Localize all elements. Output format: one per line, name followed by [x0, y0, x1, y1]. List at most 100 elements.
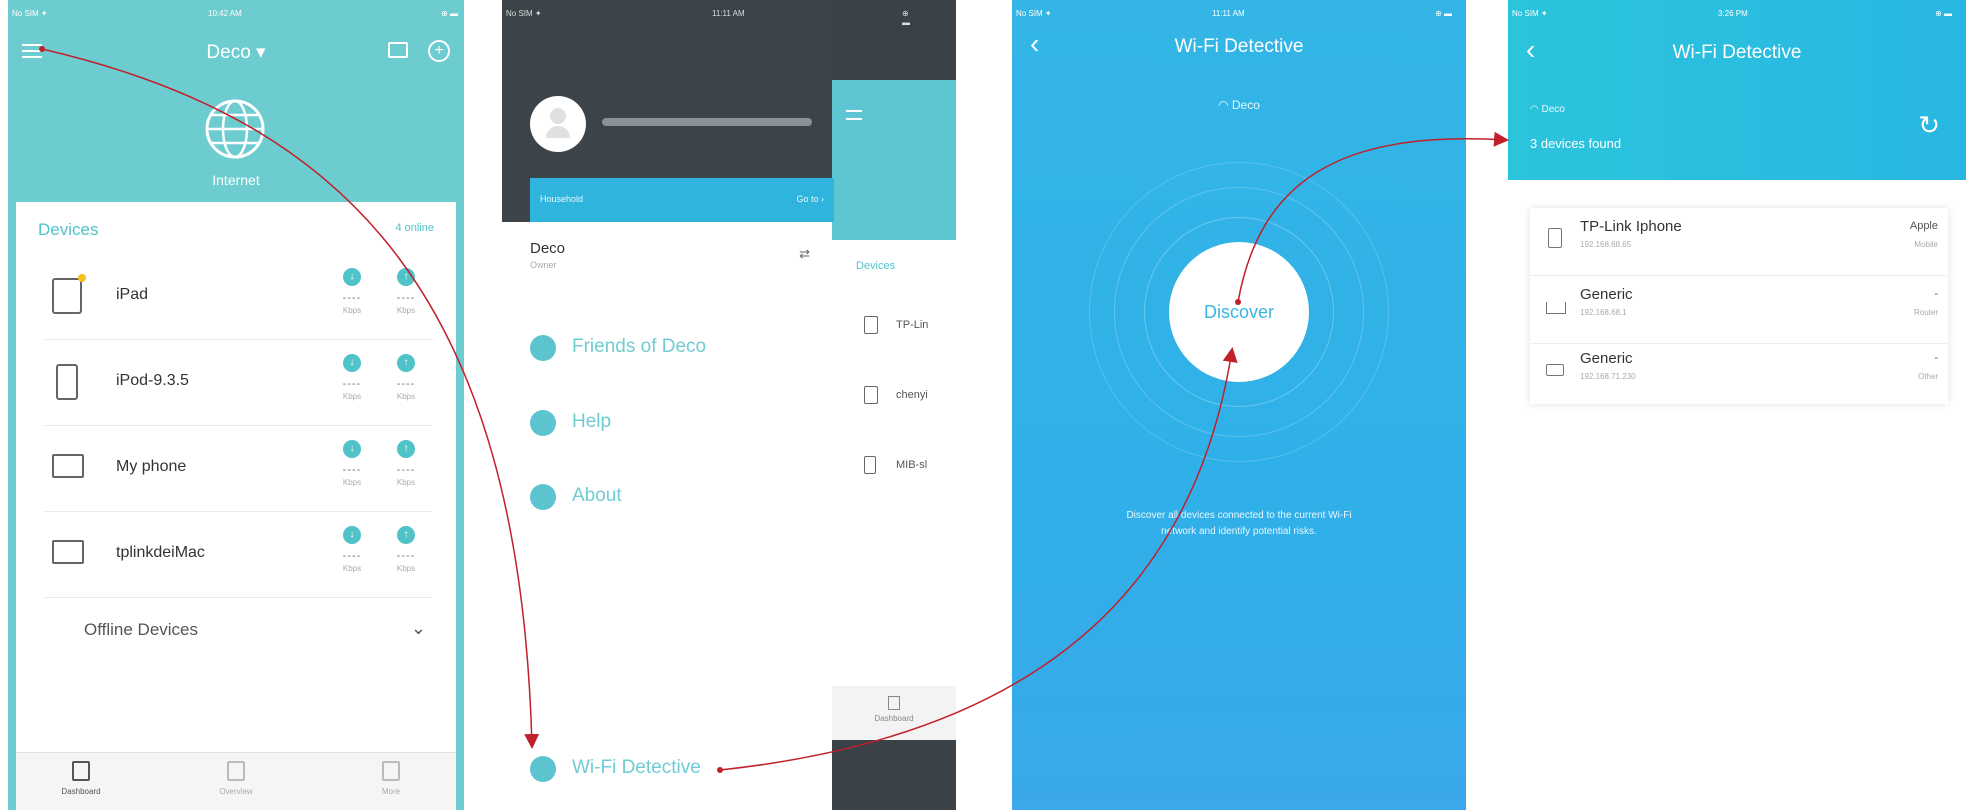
device-row[interactable]: iPad ↓ ---- Kbps ↑ ---- Kbps: [44, 254, 432, 340]
device-brand: -: [1934, 352, 1938, 364]
menu-screen: Devices TP-Lin chenyi MIB-sl Dashboard N…: [502, 0, 956, 810]
tab-dashboard[interactable]: Dashboard: [26, 761, 136, 796]
device-row[interactable]: tplinkdeiMac ↓ ---- Kbps ↑ ---- Kbps: [44, 512, 432, 598]
upload-speed: ----: [396, 464, 416, 476]
network-name: Deco: [1231, 98, 1260, 112]
tablet-icon: [864, 316, 878, 334]
detected-device-row[interactable]: Generic 192.168.71.230 - Other: [1530, 340, 1948, 408]
device-generic-icon: [1546, 364, 1564, 376]
devices-found-text: 3 devices found: [1530, 136, 1622, 151]
online-count: 4 online: [395, 222, 434, 234]
globe-icon[interactable]: [204, 98, 266, 160]
device-name: TP-Lin: [896, 318, 929, 331]
upload-icon: ↑: [397, 526, 415, 544]
background-device: MIB-sl: [864, 456, 927, 474]
device-ip: 192.168.71.230: [1580, 372, 1636, 381]
menu-item-label: About: [572, 485, 622, 506]
monitor-icon: [52, 540, 84, 564]
background-device: chenyi: [864, 386, 928, 404]
battery-icon: ⊕ ▬: [1935, 9, 1952, 18]
description-text: Discover all devices connected to the cu…: [1032, 508, 1446, 540]
offline-devices-row[interactable]: Offline Devices ⌄: [84, 618, 432, 660]
device-name: Generic: [1580, 286, 1633, 303]
network-icon: [227, 761, 245, 781]
upload-unit: Kbps: [396, 478, 416, 487]
network-label: ◠ Deco: [1530, 104, 1565, 115]
menu-item-label: Friends of Deco: [572, 336, 707, 357]
wifi-detective-results-screen: No SIM ✦ 3:26 PM ⊕ ▬ ‹ Wi-Fi Detective ◠…: [1508, 0, 1966, 810]
refresh-icon[interactable]: ↻: [1918, 110, 1940, 141]
download-unit: Kbps: [342, 392, 362, 401]
download-unit: Kbps: [342, 564, 362, 573]
avatar[interactable]: [530, 96, 586, 152]
status-bar: No SIM ✦ 3:26 PM ⊕ ▬: [1508, 0, 1966, 24]
detected-device-row[interactable]: Generic 192.168.68.1 - Router: [1530, 276, 1948, 344]
router-icon: [1546, 302, 1566, 314]
time-text: 11:11 AM: [712, 9, 745, 18]
tab-overview[interactable]: Overview: [181, 761, 291, 796]
household-action: Go to ›: [796, 194, 824, 204]
background-tab: Dashboard: [832, 686, 956, 740]
tablet-icon: [52, 274, 86, 314]
menu-item-label: Wi-Fi Detective: [572, 757, 701, 778]
carrier-text: No SIM ✦: [1512, 9, 1548, 18]
battery-icon: ⊕ ▬: [441, 9, 458, 18]
upload-speed: ----: [396, 550, 416, 562]
upload-unit: Kbps: [396, 306, 416, 315]
network-role: Owner: [530, 260, 557, 270]
carrier-text: No SIM ✦: [1016, 9, 1052, 18]
status-bar: No SIM ✦ 10:42 AM ⊕ ▬: [8, 0, 464, 24]
friends-icon: [530, 335, 556, 361]
device-name: Generic: [1580, 350, 1633, 367]
account-email-blurred: [602, 118, 812, 126]
device-row[interactable]: My phone ↓ ---- Kbps ↑ ---- Kbps: [44, 426, 432, 512]
network-name: Deco: [1541, 104, 1565, 115]
device-name: iPad: [116, 286, 149, 303]
device-name: iPod-9.3.5: [116, 372, 189, 389]
tablet-icon: [864, 386, 878, 404]
download-speed: ----: [342, 550, 362, 562]
dashboard-screen: No SIM ✦ 10:42 AM ⊕ ▬ Deco ▾ + Internet …: [8, 0, 464, 810]
dashboard-icon: [888, 696, 900, 710]
devices-header: Devices: [38, 220, 99, 239]
page-title: Wi-Fi Detective: [1174, 36, 1304, 57]
swap-icon: ⇄: [799, 246, 810, 261]
upload-icon: ↑: [397, 268, 415, 286]
device-name: MIB-sl: [896, 458, 928, 471]
messages-icon[interactable]: [388, 42, 408, 58]
device-brand: -: [1934, 288, 1938, 300]
device-ip: 192.168.68.1: [1580, 308, 1627, 317]
tab-label: Overview: [219, 787, 253, 796]
upload-unit: Kbps: [396, 392, 416, 401]
device-type: Other: [1917, 372, 1938, 381]
monitor-icon: [52, 454, 84, 478]
offline-devices-label: Offline Devices: [84, 620, 199, 639]
discover-button[interactable]: Discover: [1169, 242, 1309, 382]
tab-label: More: [381, 787, 401, 796]
battery-icon: ⊕ ▬: [902, 9, 910, 27]
help-icon: [530, 410, 556, 436]
network-selector[interactable]: Deco Owner ⇄: [530, 240, 810, 280]
device-name: tplinkdeiMac: [116, 544, 205, 561]
tab-more[interactable]: More: [336, 761, 446, 796]
device-brand: Apple: [1909, 220, 1938, 232]
status-bar: No SIM ✦ 11:11 AM ⊕ ▬: [1012, 0, 1466, 24]
add-icon[interactable]: +: [428, 40, 450, 62]
device-row[interactable]: iPod-9.3.5 ↓ ---- Kbps ↑ ---- Kbps: [44, 340, 432, 426]
detected-device-row[interactable]: TP-Link Iphone 192.168.68.65 Apple Mobil…: [1530, 208, 1948, 276]
status-bar: No SIM ✦ 11:11 AM ⊕ ▬: [502, 0, 910, 27]
internet-label: Internet: [212, 172, 260, 188]
device-type: Mobile: [1914, 240, 1938, 249]
household-banner[interactable]: Household Go to ›: [530, 178, 834, 222]
download-icon: ↓: [343, 268, 361, 286]
network-label: ◠ Deco: [1012, 98, 1466, 112]
drawer-header: No SIM ✦ 11:11 AM ⊕ ▬ Household Go to ›: [502, 0, 910, 222]
wifi-icon: ◠: [1530, 104, 1542, 115]
download-icon: ↓: [343, 354, 361, 372]
background-devices-label: Devices: [856, 260, 896, 272]
device-name: TP-Link Iphone: [1580, 218, 1682, 235]
results-header: No SIM ✦ 3:26 PM ⊕ ▬ ‹ Wi-Fi Detective ◠…: [1508, 0, 1966, 180]
wifi-detective-icon: [530, 756, 556, 782]
device-type: Router: [1913, 308, 1938, 317]
time-text: 3:26 PM: [1718, 9, 1748, 18]
